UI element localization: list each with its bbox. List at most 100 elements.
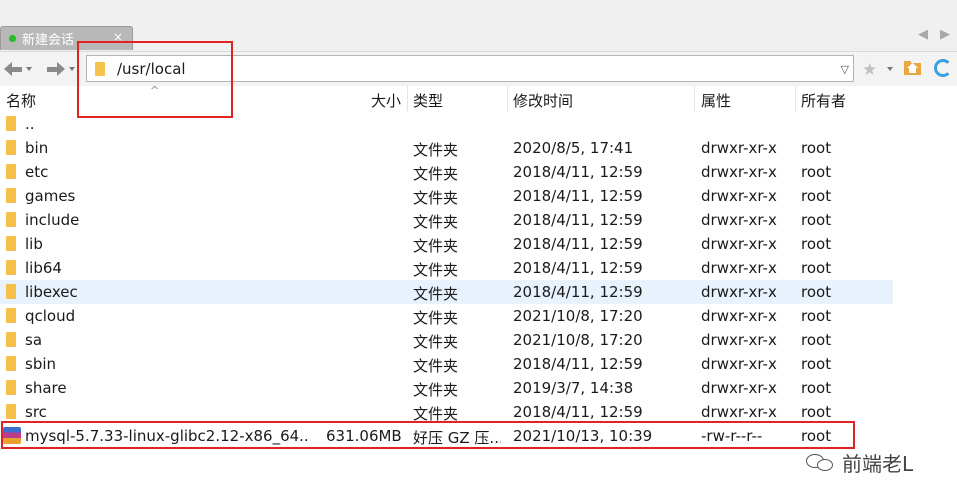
file-row[interactable]: sbin 文件夹 2018/4/11, 12:59 drwxr-xr-x roo… (0, 352, 957, 376)
address-bar[interactable]: /usr/local ▽ (86, 55, 854, 82)
file-attributes: drwxr-xr-x (701, 355, 777, 373)
tab-close-icon[interactable]: × (113, 30, 123, 44)
file-modified: 2018/4/11, 12:59 (513, 403, 643, 421)
back-button[interactable] (4, 58, 32, 80)
tab-next-icon[interactable]: ▶ (940, 27, 950, 42)
folder-icon (6, 356, 16, 371)
file-owner: root (801, 331, 832, 349)
file-row[interactable]: lib64 文件夹 2018/4/11, 12:59 drwxr-xr-x ro… (0, 256, 957, 280)
file-name: .. (25, 115, 35, 133)
wechat-icon (806, 452, 836, 474)
file-modified: 2018/4/11, 12:59 (513, 259, 643, 277)
folder-icon (6, 260, 16, 275)
folder-icon (6, 116, 16, 131)
file-modified: 2021/10/8, 17:20 (513, 331, 643, 349)
column-type[interactable]: 类型 (413, 90, 443, 111)
watermark: 前端老L (806, 448, 913, 477)
home-folder-icon[interactable] (903, 59, 922, 76)
file-modified: 2021/10/13, 10:39 (513, 427, 653, 445)
file-name: etc (25, 163, 49, 181)
bookmark-caret-icon[interactable] (887, 67, 893, 71)
tab-strip: 新建会话 × ◀ ▶ (0, 0, 957, 52)
folder-icon (6, 404, 16, 419)
file-row[interactable]: share 文件夹 2019/3/7, 14:38 drwxr-xr-x roo… (0, 376, 957, 400)
folder-icon (6, 212, 16, 227)
column-attributes[interactable]: 属性 (701, 90, 731, 111)
file-owner: root (801, 259, 832, 277)
file-attributes: drwxr-xr-x (701, 283, 777, 301)
forward-button[interactable] (47, 58, 75, 80)
folder-icon (6, 140, 16, 155)
file-type: 文件夹 (413, 189, 459, 207)
forward-history-caret-icon[interactable] (69, 67, 75, 71)
file-name: lib (25, 235, 43, 253)
file-row-selected[interactable]: libexec 文件夹 2018/4/11, 12:59 drwxr-xr-x … (0, 280, 893, 304)
file-modified: 2019/3/7, 14:38 (513, 379, 634, 397)
file-modified: 2018/4/11, 12:59 (513, 235, 643, 253)
file-type: 文件夹 (413, 237, 459, 255)
file-row[interactable]: bin 文件夹 2020/8/5, 17:41 drwxr-xr-x root (0, 136, 957, 160)
file-type: 文件夹 (413, 405, 459, 423)
file-owner: root (801, 379, 832, 397)
file-modified: 2018/4/11, 12:59 (513, 187, 643, 205)
file-row[interactable]: include 文件夹 2018/4/11, 12:59 drwxr-xr-x … (0, 208, 957, 232)
file-attributes: drwxr-xr-x (701, 307, 777, 325)
column-owner[interactable]: 所有者 (801, 90, 846, 111)
file-row[interactable]: games 文件夹 2018/4/11, 12:59 drwxr-xr-x ro… (0, 184, 957, 208)
file-name: libexec (25, 283, 78, 301)
file-attributes: drwxr-xr-x (701, 163, 777, 181)
file-type: 文件夹 (413, 381, 459, 399)
folder-icon (95, 61, 105, 76)
back-arrow-icon (4, 62, 12, 76)
file-row[interactable]: sa 文件夹 2021/10/8, 17:20 drwxr-xr-x root (0, 328, 957, 352)
address-path[interactable]: /usr/local (117, 60, 186, 78)
tab-prev-icon[interactable]: ◀ (918, 27, 928, 42)
folder-icon (6, 332, 16, 347)
file-size: 631.06MB (326, 427, 402, 445)
file-name: share (25, 379, 67, 397)
bookmark-star-icon[interactable]: ★ (862, 60, 877, 80)
folder-icon (6, 380, 16, 395)
file-row-parent[interactable]: .. (0, 112, 957, 136)
file-row[interactable]: lib 文件夹 2018/4/11, 12:59 drwxr-xr-x root (0, 232, 957, 256)
file-attributes: drwxr-xr-x (701, 187, 777, 205)
file-row[interactable]: qcloud 文件夹 2021/10/8, 17:20 drwxr-xr-x r… (0, 304, 957, 328)
file-row-archive[interactable]: mysql-5.7.33-linux-glibc2.12-x86_64.... … (0, 424, 957, 448)
file-row[interactable]: etc 文件夹 2018/4/11, 12:59 drwxr-xr-x root (0, 160, 957, 184)
file-modified: 2020/8/5, 17:41 (513, 139, 634, 157)
file-name: src (25, 403, 47, 421)
column-modified[interactable]: 修改时间 (513, 90, 573, 111)
file-modified: 2018/4/11, 12:59 (513, 283, 643, 301)
file-name: games (25, 187, 76, 205)
file-owner: root (801, 283, 832, 301)
column-size[interactable]: 大小 (371, 90, 401, 111)
column-name[interactable]: 名称 (6, 90, 36, 111)
toolbar: /usr/local ▽ ★ (0, 52, 957, 86)
file-name: bin (25, 139, 49, 157)
file-owner: root (801, 235, 832, 253)
file-owner: root (801, 355, 832, 373)
watermark-text: 前端老L (842, 452, 914, 476)
file-row[interactable]: src 文件夹 2018/4/11, 12:59 drwxr-xr-x root (0, 400, 957, 424)
file-type: 文件夹 (413, 309, 459, 327)
file-type: 文件夹 (413, 141, 459, 159)
refresh-icon[interactable] (934, 59, 952, 77)
file-attributes: drwxr-xr-x (701, 259, 777, 277)
folder-icon (6, 284, 16, 299)
file-name: sbin (25, 355, 57, 373)
address-dropdown-icon[interactable]: ▽ (841, 63, 849, 76)
file-type: 文件夹 (413, 213, 459, 231)
file-name: lib64 (25, 259, 62, 277)
file-type: 文件夹 (413, 357, 459, 375)
file-owner: root (801, 307, 832, 325)
file-type: 文件夹 (413, 285, 459, 303)
file-attributes: drwxr-xr-x (701, 139, 777, 157)
file-owner: root (801, 139, 832, 157)
file-modified: 2021/10/8, 17:20 (513, 307, 643, 325)
back-history-caret-icon[interactable] (26, 67, 32, 71)
tab-new-session[interactable]: 新建会话 × (0, 26, 133, 50)
folder-icon (6, 188, 16, 203)
file-attributes: -rw-r--r-- (701, 427, 763, 445)
file-owner: root (801, 427, 832, 445)
file-name: mysql-5.7.33-linux-glibc2.12-x86_64.... (25, 427, 310, 445)
